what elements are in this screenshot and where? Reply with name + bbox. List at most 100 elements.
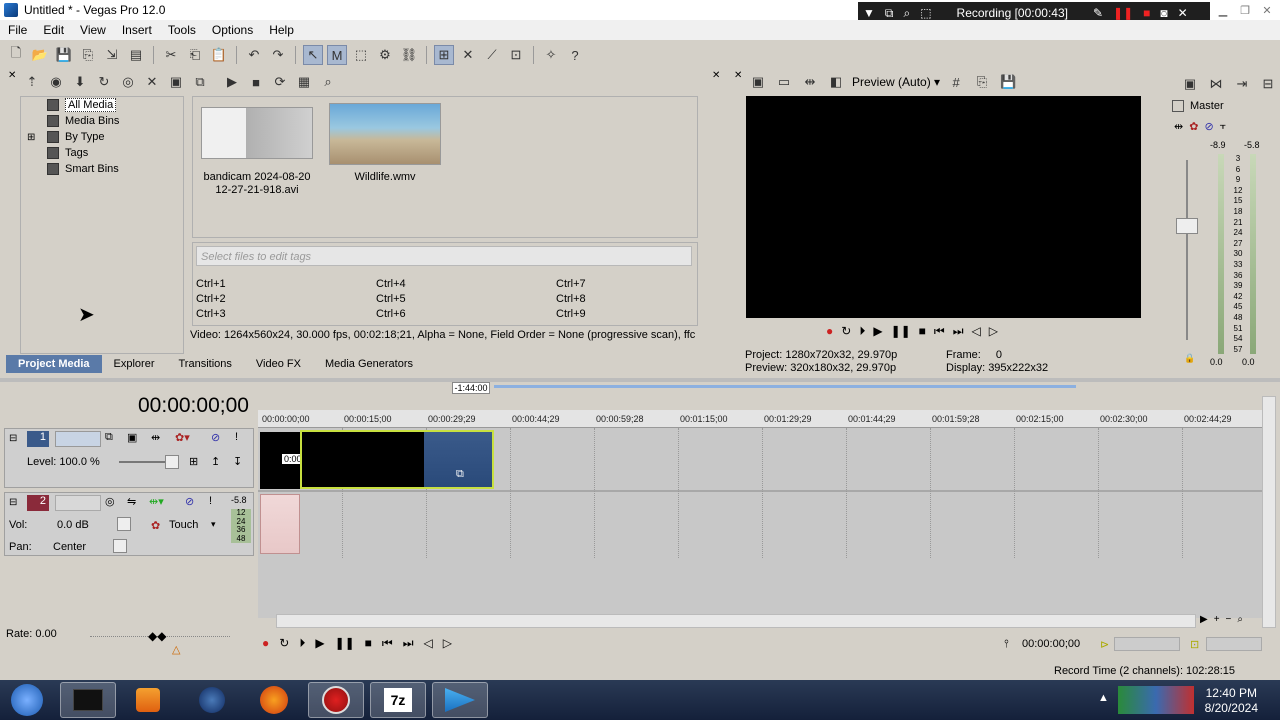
- properties-icon[interactable]: ▤: [126, 45, 146, 65]
- track-fx-icon[interactable]: ⇹▾: [149, 495, 164, 508]
- zoom-tool-icon[interactable]: ⊡: [506, 45, 526, 65]
- stop-icon[interactable]: ■: [1143, 6, 1150, 20]
- plugin-icon[interactable]: ⧉: [190, 72, 210, 92]
- menu-file[interactable]: File: [0, 23, 35, 37]
- taskbar-app-7zip[interactable]: 7z: [370, 682, 426, 718]
- normal-edit-tool-icon[interactable]: ↖: [303, 45, 323, 65]
- lock-envelopes-icon[interactable]: ⛓: [399, 45, 419, 65]
- selection-length-field[interactable]: [1206, 637, 1262, 651]
- auto-crossfade-icon[interactable]: ✕: [458, 45, 478, 65]
- copy-icon[interactable]: ⎗: [185, 45, 205, 65]
- ignore-grouping-icon[interactable]: ⟋: [482, 45, 502, 65]
- play-icon[interactable]: ▶: [873, 324, 882, 339]
- project-settings-icon[interactable]: ▣: [748, 72, 768, 92]
- capture-icon[interactable]: ◉: [46, 72, 66, 92]
- auto-ripple-icon[interactable]: ⚙: [375, 45, 395, 65]
- clip-fx-icon[interactable]: ⧉: [456, 468, 464, 481]
- menu-edit[interactable]: Edit: [35, 23, 72, 37]
- redo-icon[interactable]: ↷: [268, 45, 288, 65]
- volume-fader[interactable]: [1176, 218, 1198, 234]
- mute-icon[interactable]: ⊘: [211, 431, 220, 444]
- window-icon[interactable]: ⧉: [885, 6, 894, 21]
- dropdown-icon[interactable]: ▼: [863, 6, 875, 20]
- bus-insert-icon[interactable]: ▣: [1180, 74, 1200, 94]
- refresh-icon[interactable]: ↻: [94, 72, 114, 92]
- overlays-icon[interactable]: #: [946, 72, 966, 92]
- search-icon[interactable]: ⌕: [318, 72, 338, 92]
- downmix-icon[interactable]: ⋈: [1206, 74, 1226, 94]
- loop-region-bar[interactable]: [494, 385, 1076, 388]
- expand-icon[interactable]: ⊞: [27, 132, 47, 143]
- enable-snapping-icon[interactable]: ⊞: [434, 45, 454, 65]
- save-as-icon[interactable]: ⎘: [78, 45, 98, 65]
- cut-icon[interactable]: ✂: [161, 45, 181, 65]
- video-fx-icon[interactable]: ◧: [826, 72, 846, 92]
- loop-icon[interactable]: ↻: [841, 324, 851, 339]
- track-name-input[interactable]: [55, 495, 101, 511]
- properties-icon[interactable]: ▣: [166, 72, 186, 92]
- pause-icon[interactable]: ❚❚: [891, 324, 911, 339]
- auto-preview-icon[interactable]: ⟳: [270, 72, 290, 92]
- taskbar-app-browser[interactable]: [184, 682, 240, 718]
- zoom-out-icon[interactable]: −: [1226, 614, 1232, 625]
- record-icon[interactable]: ●: [262, 636, 269, 651]
- previous-frame-icon[interactable]: ◁: [424, 636, 433, 651]
- vol-value[interactable]: 0.0 dB: [57, 519, 89, 531]
- go-to-start-icon[interactable]: ⏮: [934, 324, 945, 339]
- go-to-start-icon[interactable]: ⏮: [382, 636, 393, 651]
- close-icon[interactable]: ✕: [734, 70, 742, 81]
- menu-tools[interactable]: Tools: [160, 23, 204, 37]
- tree-item-by-type[interactable]: ⊞ By Type: [21, 129, 183, 145]
- stop-icon[interactable]: ■: [246, 72, 266, 92]
- selection-start-field[interactable]: [1114, 637, 1180, 651]
- tab-video-fx[interactable]: Video FX: [244, 355, 313, 373]
- timeline-ruler[interactable]: 00:00:00;00 00:00:15;00 00:00:29;29 00:0…: [258, 410, 1262, 428]
- crop-icon[interactable]: ⬚: [920, 6, 931, 20]
- composite-mode-icon[interactable]: ⊞: [189, 455, 198, 468]
- tray-icons[interactable]: [1118, 686, 1194, 714]
- solo-icon[interactable]: !: [235, 431, 238, 443]
- compositing-icon[interactable]: ⇹: [151, 431, 160, 444]
- cursor-time[interactable]: 00:00:00;00: [1022, 638, 1080, 650]
- arm-record-icon[interactable]: ◎: [105, 495, 115, 508]
- camera-icon[interactable]: ◙: [1160, 6, 1167, 20]
- menu-help[interactable]: Help: [261, 23, 302, 37]
- panel-splitter[interactable]: [0, 378, 1280, 382]
- vertical-scrollbar[interactable]: [1262, 396, 1276, 628]
- track-name-input[interactable]: [55, 431, 101, 447]
- pause-icon[interactable]: ❚❚: [1113, 6, 1133, 20]
- minimize-icon[interactable]: ▁: [1214, 2, 1232, 18]
- search-icon[interactable]: ⌕: [903, 6, 910, 21]
- menu-view[interactable]: View: [72, 23, 114, 37]
- taskbar-clock[interactable]: 12:40 PM 8/20/2024: [1205, 686, 1258, 716]
- copy-snapshot-icon[interactable]: ⎘: [972, 72, 992, 92]
- pan-slider-thumb[interactable]: [113, 539, 127, 553]
- taskbar-app-firefox[interactable]: [246, 682, 302, 718]
- tree-item-smart-bins[interactable]: Smart Bins: [21, 161, 183, 177]
- taskbar-app-recorder[interactable]: [308, 682, 364, 718]
- tree-item-tags[interactable]: Tags: [21, 145, 183, 161]
- next-frame-icon[interactable]: ▷: [989, 324, 998, 339]
- tree-item-media-bins[interactable]: Media Bins: [21, 113, 183, 129]
- horizontal-scrollbar[interactable]: [276, 614, 1196, 628]
- scroll-right-icon[interactable]: ▶: [1200, 614, 1208, 625]
- play-from-start-icon[interactable]: ⏵: [859, 324, 865, 339]
- next-frame-icon[interactable]: ▷: [443, 636, 452, 651]
- pan-value[interactable]: Center: [53, 541, 86, 553]
- tags-input[interactable]: Select files to edit tags: [196, 246, 692, 266]
- external-monitor-icon[interactable]: ▭: [774, 72, 794, 92]
- media-item-bandicam[interactable]: bandicam 2024-08-20 12-27-21-918.avi: [201, 107, 313, 197]
- taskbar-app-media-player[interactable]: [120, 682, 176, 718]
- mute-icon[interactable]: ⊘: [185, 495, 194, 508]
- media-item-wildlife[interactable]: Wildlife.wmv: [329, 103, 441, 183]
- menu-options[interactable]: Options: [204, 23, 261, 37]
- tab-media-generators[interactable]: Media Generators: [313, 355, 425, 373]
- pause-icon[interactable]: ❚❚: [335, 636, 355, 651]
- stop-icon[interactable]: ■: [365, 636, 372, 651]
- lock-icon[interactable]: 🔒: [1184, 353, 1195, 364]
- play-from-start-icon[interactable]: ⏵: [299, 636, 305, 651]
- collapse-icon[interactable]: ⊟: [9, 497, 17, 508]
- collapse-icon[interactable]: ⊟: [9, 433, 17, 444]
- play-icon[interactable]: ▶: [222, 72, 242, 92]
- whats-this-help-icon[interactable]: ?: [565, 45, 585, 65]
